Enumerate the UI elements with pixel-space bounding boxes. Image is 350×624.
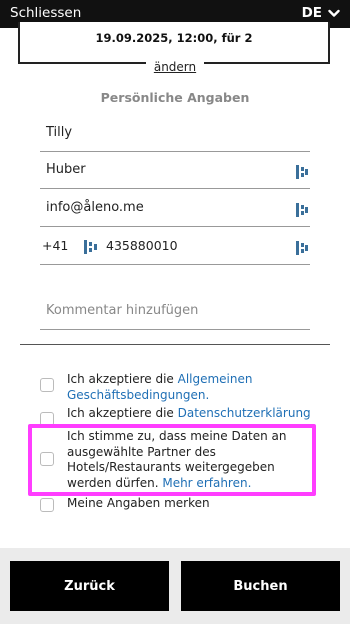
- section-title: Persönliche Angaben: [100, 90, 250, 105]
- last-name-value: Huber: [46, 162, 86, 177]
- phone-prefix[interactable]: +41: [42, 238, 68, 253]
- password-manager-icon[interactable]: [296, 165, 308, 179]
- phone-number-value: 435880010: [106, 238, 178, 253]
- country-picker-icon[interactable]: [84, 240, 98, 254]
- remember-checkbox[interactable]: [40, 498, 54, 512]
- password-manager-icon[interactable]: [296, 203, 308, 217]
- privacy-link[interactable]: Datenschutzerklärung: [178, 406, 311, 420]
- comment-field[interactable]: Kommentar hinzufügen: [40, 296, 310, 330]
- phone-field[interactable]: +41 435880010: [40, 231, 310, 265]
- password-manager-icon[interactable]: [296, 241, 308, 255]
- language-selector[interactable]: DE: [302, 5, 340, 21]
- close-button[interactable]: Schliessen: [10, 5, 81, 21]
- last-name-field[interactable]: Huber: [40, 155, 310, 189]
- terms-checkbox[interactable]: [40, 378, 54, 392]
- change-reservation-link[interactable]: ändern: [145, 60, 205, 74]
- privacy-text: Ich akzeptiere die Datenschutzerklärung: [67, 406, 311, 420]
- language-label: DE: [301, 5, 322, 21]
- remember-row: Meine Angaben merken: [40, 496, 315, 512]
- terms-consent-row: Ich akzeptiere die Allgemeinen Geschäfts…: [40, 372, 315, 403]
- reservation-details: 19.09.2025, 12:00, für 2: [95, 31, 253, 45]
- remember-text: Meine Angaben merken: [67, 496, 210, 510]
- change-link-wrap: ändern: [0, 56, 350, 75]
- comment-placeholder: Kommentar hinzufügen: [46, 303, 199, 318]
- first-name-value: Tilly: [46, 125, 73, 140]
- book-button[interactable]: Buchen: [181, 561, 340, 611]
- email-value: info@åleno.me: [46, 200, 144, 215]
- email-field[interactable]: info@åleno.me: [40, 193, 310, 227]
- privacy-consent-row: Ich akzeptiere die Datenschutzerklärung: [40, 406, 315, 426]
- back-button[interactable]: Zurück: [10, 561, 169, 611]
- divider: [20, 344, 330, 345]
- footer-bar: Zurück Buchen: [0, 548, 350, 624]
- highlight-frame: [28, 424, 316, 496]
- first-name-field[interactable]: Tilly: [40, 118, 310, 152]
- chevron-down-icon: [328, 9, 340, 17]
- terms-text: Ich akzeptiere die Allgemeinen Geschäfts…: [67, 372, 253, 402]
